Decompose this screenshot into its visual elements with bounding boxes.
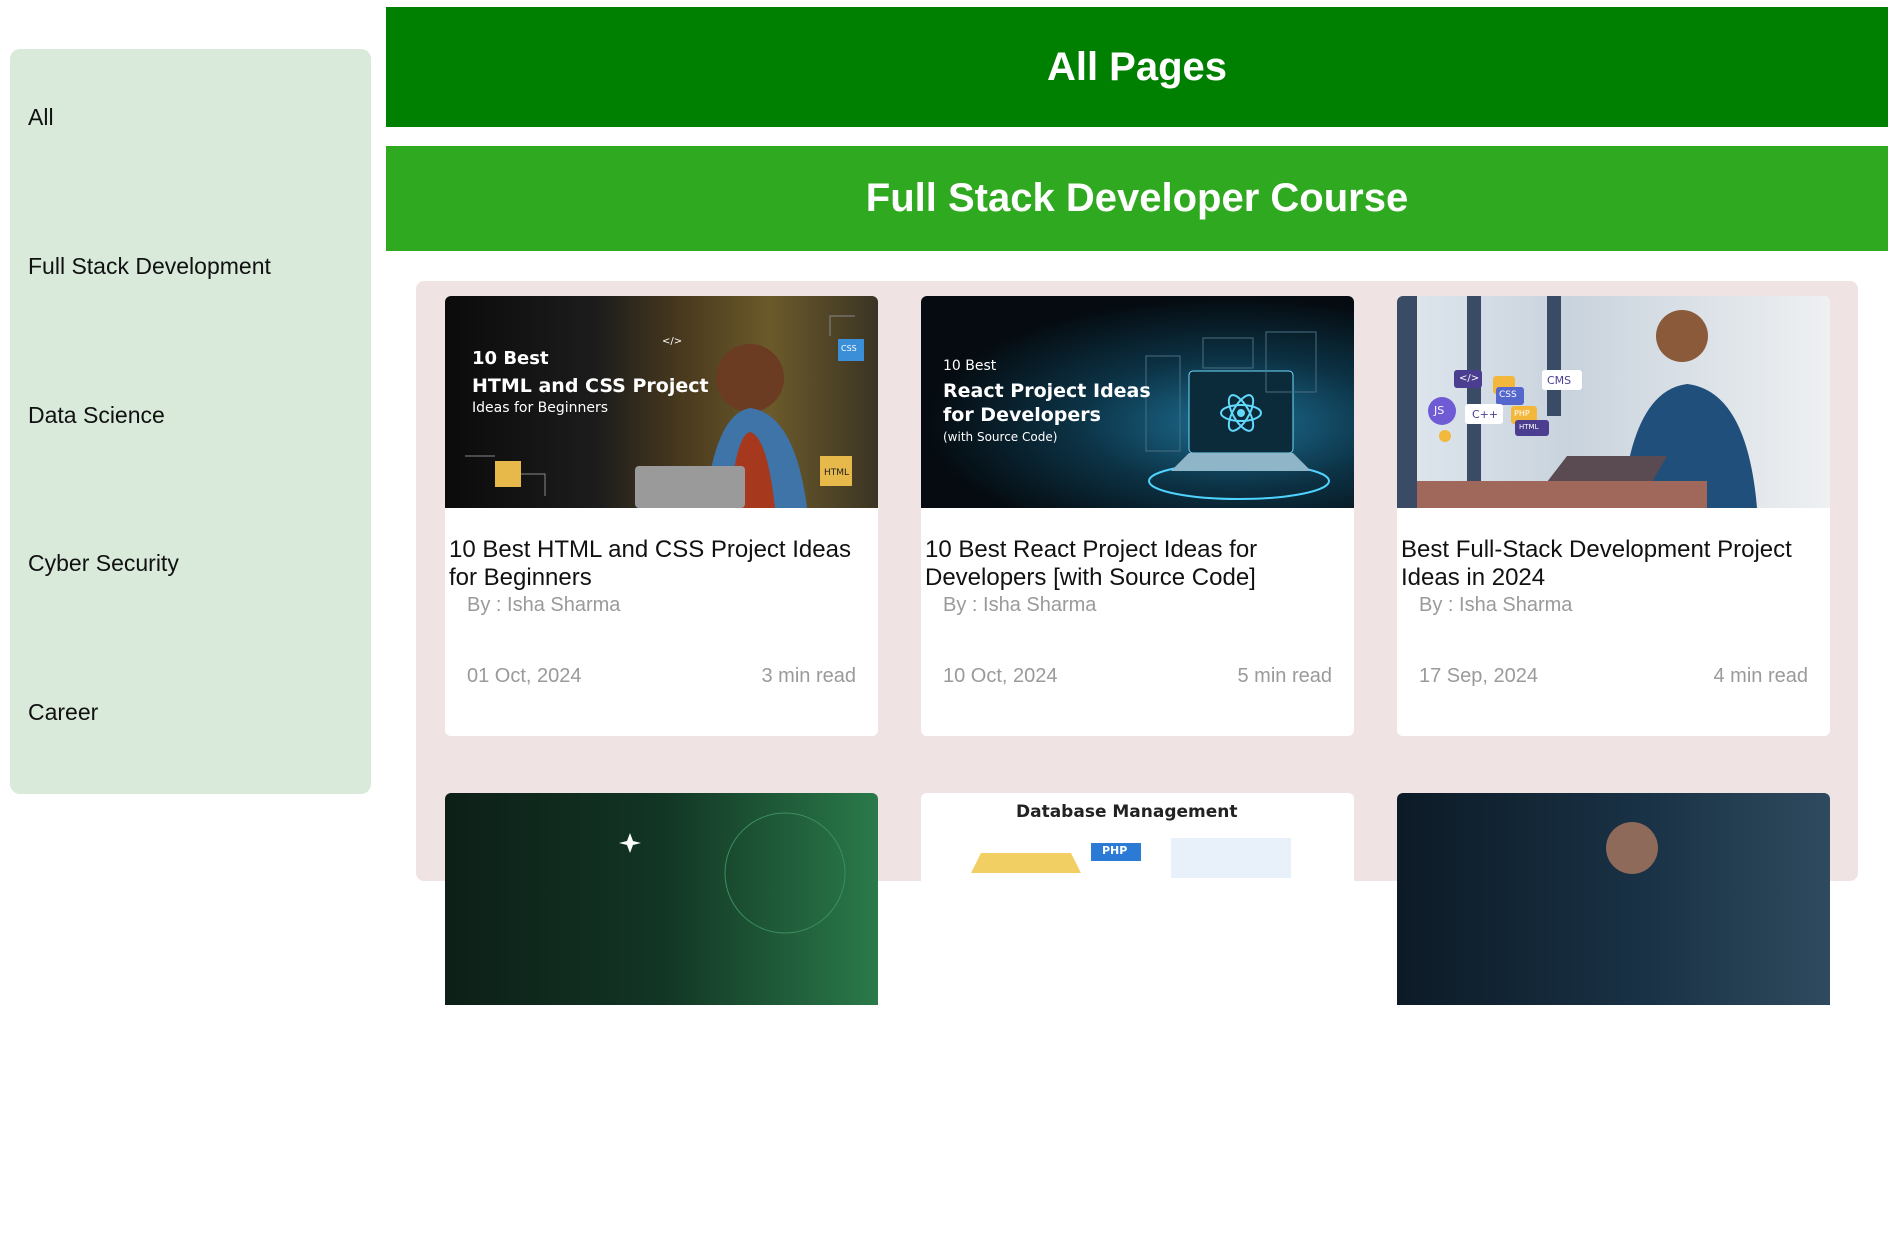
article-card[interactable] — [445, 793, 878, 1233]
thumbnail-line: HTML and CSS Project — [472, 375, 709, 397]
thumbnail-line: 10 Best — [943, 358, 997, 374]
article-date: 10 Oct, 2024 — [943, 665, 1058, 687]
article-thumbnail — [445, 793, 878, 1005]
article-title[interactable]: 10 Best React Project Ideas for Develope… — [925, 536, 1345, 592]
read-time: 3 min read — [761, 665, 857, 687]
sparkle-icon — [619, 812, 846, 934]
php-badge: PHP — [1514, 409, 1530, 418]
article-card[interactable]: 10 Best React Project Ideas for Develope… — [921, 296, 1354, 736]
card-grid: 10 Best HTML and CSS Project Ideas for B… — [416, 281, 1858, 1233]
sidebar-item-cyber-security[interactable]: Cyber Security — [28, 550, 179, 577]
article-thumbnail: 10 Best React Project Ideas for Develope… — [921, 296, 1354, 508]
article-date: 01 Oct, 2024 — [467, 665, 582, 687]
category-sidebar: All Full Stack Development Data Science … — [10, 49, 371, 794]
html-badge: HTML — [1519, 423, 1539, 431]
sidebar-item-all[interactable]: All — [28, 104, 54, 131]
section-title: Full Stack Developer Course — [386, 146, 1888, 251]
main-content: All Pages Full Stack Developer Course 10… — [386, 7, 1888, 1233]
thumbnail-line: (with Source Code) — [943, 430, 1058, 444]
cms-badge: CMS — [1547, 374, 1572, 387]
article-thumbnail: 10 Best HTML and CSS Project Ideas for B… — [445, 296, 878, 508]
page-title: All Pages — [386, 7, 1888, 127]
article-card[interactable]: </> CSS CMS JS C++ PHP HTML Best Full-St… — [1397, 296, 1830, 736]
article-thumbnail: Database Management PHP — [921, 793, 1354, 1005]
developer-laptop-illustration — [1397, 296, 1757, 508]
html-badge: HTML — [824, 468, 850, 478]
php-badge: PHP — [1102, 844, 1128, 857]
person-illustration — [1606, 822, 1658, 874]
article-thumbnail: </> CSS CMS JS C++ PHP HTML — [1397, 296, 1830, 508]
sidebar-item-full-stack-development[interactable]: Full Stack Development — [28, 253, 271, 280]
article-author: By : Isha Sharma — [1419, 594, 1573, 616]
thumbnail-line: Ideas for Beginners — [472, 400, 609, 416]
article-title[interactable]: Best Full-Stack Development Project Idea… — [1401, 536, 1821, 592]
sidebar-item-data-science[interactable]: Data Science — [28, 402, 165, 429]
article-date: 17 Sep, 2024 — [1419, 665, 1538, 687]
thumbnail-line: React Project Ideas — [943, 380, 1151, 402]
read-time: 4 min read — [1713, 665, 1809, 687]
cpp-badge: C++ — [1472, 408, 1499, 421]
react-laptop-illustration — [1145, 331, 1330, 500]
read-time: 5 min read — [1237, 665, 1333, 687]
code-tag-icon: </> — [662, 336, 683, 347]
article-author: By : Isha Sharma — [943, 594, 1097, 616]
article-thumbnail — [1397, 793, 1830, 1005]
thumbnail-line: for Developers — [943, 404, 1101, 426]
article-title[interactable]: 10 Best HTML and CSS Project Ideas for B… — [449, 536, 869, 592]
article-author: By : Isha Sharma — [467, 594, 621, 616]
article-card[interactable]: Database Management PHP — [921, 793, 1354, 1233]
code-tag-icon: </> — [1459, 373, 1480, 384]
thumbnail-line: 10 Best — [472, 348, 549, 369]
article-card[interactable]: 10 Best HTML and CSS Project Ideas for B… — [445, 296, 878, 736]
js-badge: JS — [1434, 404, 1445, 417]
article-card[interactable] — [1397, 793, 1830, 1233]
sidebar-item-career[interactable]: Career — [28, 699, 98, 726]
css-badge: CSS — [1499, 390, 1517, 400]
database-illustration — [971, 838, 1291, 878]
css-badge: CSS — [841, 344, 857, 353]
